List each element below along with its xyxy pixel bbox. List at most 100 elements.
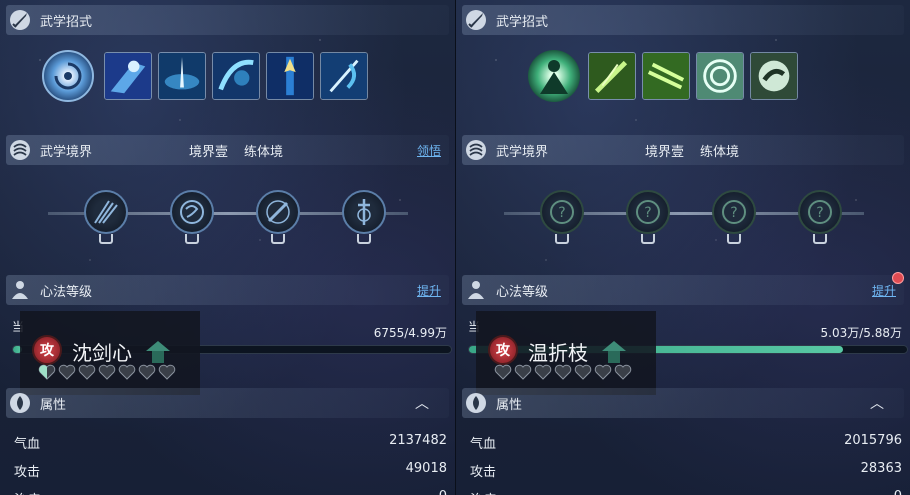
heart-icon [574,364,592,380]
skill-2-icon[interactable] [642,52,690,100]
realm-node-1[interactable]: ? [540,190,584,234]
heart-icon [534,364,552,380]
realm-stage: 练体境 [244,144,284,160]
attributes-header[interactable]: 属性 ︿ [6,388,449,418]
realm-node-3[interactable]: ? [712,190,756,234]
martial-realm-title: 武学境界 [496,144,549,160]
stat-row: 气血 2137482 [14,433,447,453]
character-card[interactable]: 攻 沈剑心 [20,311,200,395]
stat-value: 28363 [860,461,902,476]
sect-emblem-icon[interactable] [42,50,94,102]
realm-node-3-lock-icon [271,234,285,244]
attack-role-badge: 攻 [32,335,62,365]
stat-label: 气血 [14,437,41,452]
heart-icon [138,364,156,380]
heart-icon [158,364,176,380]
realm-node-1[interactable] [84,190,128,234]
martial-moves-header: 武学招式 [6,5,449,35]
skill-4-icon[interactable] [266,52,314,100]
realm-swirl-icon [464,138,488,162]
heart-icon [594,364,612,380]
meditation-figure-icon [464,278,488,302]
meditation-figure-icon [8,278,32,302]
realm-node-2[interactable]: ? [626,190,670,234]
exp-text: 6755/4.99万 [373,326,447,340]
attributes-header[interactable]: 属性 ︿ [462,388,904,418]
skill-5-icon[interactable] [320,52,368,100]
notification-dot [892,272,904,284]
bamboo-hat-icon [144,337,172,365]
skill-3-icon[interactable] [696,52,744,100]
heart-icon [78,364,96,380]
skill-3-icon[interactable] [212,52,260,100]
realm-level: 境界壹 [189,144,229,160]
svg-text:?: ? [816,205,823,221]
attributes-title: 属性 [496,397,523,413]
skill-4-icon[interactable] [750,52,798,100]
stat-value: 0 [439,489,447,495]
stat-value: 0 [894,489,902,495]
character-card[interactable]: 攻 温折枝 [476,311,656,395]
stat-label: 气血 [470,437,497,452]
martial-realm-title: 武学境界 [40,144,93,160]
stat-value: 2015796 [844,433,902,448]
svg-text:?: ? [558,205,565,221]
realm-node-2-lock-icon [185,234,199,244]
stat-label: 攻击 [14,465,41,480]
upgrade-link[interactable]: 提升 [417,282,441,299]
svg-text:?: ? [730,205,737,221]
upgrade-link[interactable]: 提升 [872,282,896,299]
heart-icon [98,364,116,380]
stat-value: 2137482 [389,433,447,448]
character-name: 温折枝 [528,341,588,365]
heart-method-title: 心法等级 [496,284,549,300]
attack-role-badge: 攻 [488,335,518,365]
skill-1-icon[interactable] [104,52,152,100]
martial-moves-header: 武学招式 [462,5,904,35]
affinity-hearts [494,364,632,380]
realm-swirl-icon [8,138,32,162]
stat-value: 49018 [405,461,447,476]
leaf-drop-icon [8,391,32,415]
right-character-panel: 武学招式 武学境界 境界壹 练体境 ? ? ? ? 心法等级 提升 当 5.03… [455,0,910,495]
stat-row: 气血 2015796 [470,433,902,453]
realm-node-1-lock-icon [99,234,113,244]
realm-node-4-lock-icon [357,234,371,244]
stat-label: 治疗 [14,489,40,495]
left-character-panel: 武学招式 武学境界 境界壹 练体境 领悟 心法等级 提升 当 6755/4.99… [0,0,455,495]
exp-text: 5.03万/5.88万 [820,326,902,340]
heart-method-header: 心法等级 提升 [6,275,449,305]
stat-row: 攻击 49018 [14,461,447,481]
realm-node-2[interactable] [170,190,214,234]
stat-label: 攻击 [470,465,497,480]
realm-node-4[interactable]: ? [798,190,842,234]
stat-row: 治疗 0 [14,489,447,495]
martial-realm-header: 武学境界 境界壹 练体境 [462,135,904,165]
heart-icon [494,364,512,380]
svg-text:?: ? [644,205,651,221]
heart-icon [38,364,56,380]
collapse-caret-icon[interactable]: ︿ [870,393,884,413]
heart-icon [118,364,136,380]
character-name: 沈剑心 [72,341,132,365]
realm-node-4[interactable] [342,190,386,234]
heart-icon [58,364,76,380]
realm-node-4-lock-icon [813,234,827,244]
sword-icon [464,8,488,32]
heart-method-header: 心法等级 提升 [462,275,904,305]
bamboo-hat-icon [600,337,628,365]
martial-moves-title: 武学招式 [40,14,93,30]
comprehend-link[interactable]: 领悟 [417,142,441,159]
realm-level: 境界壹 [645,144,685,160]
sect-emblem-icon[interactable] [528,50,580,102]
realm-node-1-lock-icon [555,234,569,244]
stat-label: 治疗 [470,489,496,495]
skill-1-icon[interactable] [588,52,636,100]
affinity-hearts [38,364,176,380]
skill-2-icon[interactable] [158,52,206,100]
collapse-caret-icon[interactable]: ︿ [415,393,429,413]
realm-node-3[interactable] [256,190,300,234]
heart-icon [514,364,532,380]
heart-method-title: 心法等级 [40,284,93,300]
sword-icon [8,8,32,32]
